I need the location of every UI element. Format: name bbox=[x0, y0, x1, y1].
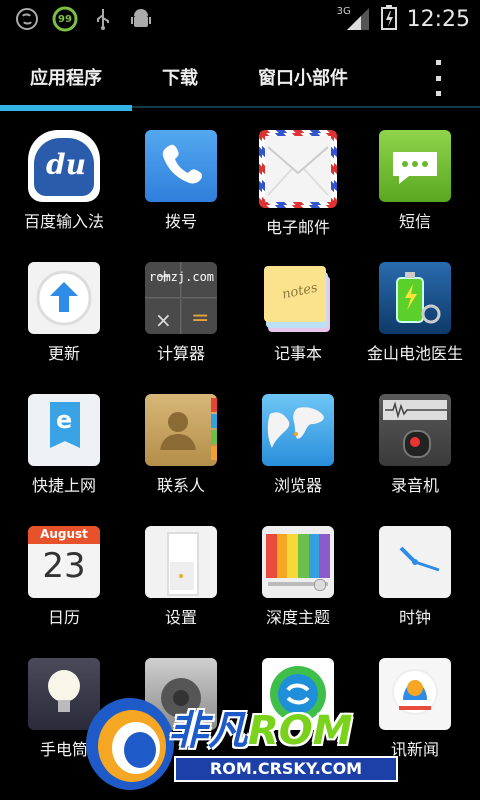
app-email[interactable]: 电子邮件 bbox=[243, 130, 353, 250]
app-label: 深度主题 bbox=[265, 608, 330, 627]
tab-bar: 应用程序 下载 窗口小部件 bbox=[0, 38, 480, 114]
app-recorder[interactable]: 录音机 bbox=[360, 394, 470, 514]
android-debug-icon bbox=[128, 6, 154, 32]
calendar-icon: August 23 bbox=[28, 526, 100, 598]
app-contacts[interactable]: 联系人 bbox=[126, 394, 236, 514]
app-dialer[interactable]: 拨号 bbox=[126, 130, 236, 250]
battery-icon bbox=[380, 4, 397, 34]
app-clock[interactable]: 时钟 bbox=[360, 526, 470, 646]
app-label: 记事本 bbox=[273, 344, 322, 363]
app-update[interactable]: 更新 bbox=[9, 262, 119, 382]
watermark-brand-a: 非凡 bbox=[168, 708, 248, 754]
baidu-input-icon: du bbox=[28, 130, 100, 202]
app-label: 浏览器 bbox=[273, 476, 322, 495]
app-label: 日历 bbox=[47, 608, 80, 627]
usb-icon bbox=[90, 6, 116, 32]
calendar-day: 23 bbox=[42, 546, 86, 586]
app-notes[interactable]: notes 记事本 bbox=[243, 262, 353, 382]
clock-icon bbox=[379, 526, 451, 598]
status-bar: 99 3G 12:25 bbox=[0, 0, 480, 38]
battery-badge-icon: 99 bbox=[52, 6, 78, 32]
watermark-brand-b: ROM bbox=[248, 708, 353, 754]
app-baidu-input[interactable]: du 百度输入法 bbox=[9, 130, 119, 250]
app-sms[interactable]: 短信 bbox=[360, 130, 470, 250]
app-battery-doctor[interactable]: 金山电池医生 bbox=[360, 262, 470, 382]
settings-switch-icon bbox=[145, 526, 217, 598]
app-label: 快捷上网 bbox=[31, 476, 96, 495]
signal-icon: 3G bbox=[337, 6, 371, 32]
app-label: 百度输入法 bbox=[23, 212, 104, 231]
app-label: 金山电池医生 bbox=[366, 344, 463, 363]
tab-indicator bbox=[0, 105, 132, 111]
app-calculator[interactable]: × = + romzj.com 计算器 bbox=[126, 262, 236, 382]
notes-icon: notes bbox=[262, 262, 334, 334]
app-browser[interactable]: 浏览器 bbox=[243, 394, 353, 514]
watermark-brand: 非凡ROM bbox=[168, 698, 353, 756]
app-theme[interactable]: 深度主题 bbox=[243, 526, 353, 646]
sync-icon bbox=[14, 6, 40, 32]
browser-e-icon: e bbox=[28, 394, 100, 466]
app-label: 短信 bbox=[398, 212, 431, 231]
app-label: 设置 bbox=[164, 608, 197, 627]
recorder-icon bbox=[379, 394, 451, 466]
battery-doctor-icon bbox=[379, 262, 451, 334]
contacts-icon bbox=[145, 394, 217, 466]
baidu-icon-text: du bbox=[46, 148, 86, 181]
calculator-icon: × = + romzj.com bbox=[145, 262, 217, 334]
browser-e-letter: e bbox=[56, 406, 73, 434]
app-label: 电子邮件 bbox=[265, 218, 330, 237]
app-quick-browser[interactable]: e 快捷上网 bbox=[9, 394, 119, 514]
sms-icon bbox=[379, 130, 451, 202]
watermark: 非凡ROM ROM.CRSKY.COM bbox=[80, 690, 400, 798]
battery-badge-value: 99 bbox=[58, 13, 72, 25]
calculator-watermark: romzj.com bbox=[149, 270, 215, 284]
tab-widgets[interactable]: 窗口小部件 bbox=[258, 64, 348, 90]
app-label: 联系人 bbox=[156, 476, 205, 495]
app-label: 录音机 bbox=[390, 476, 439, 495]
globe-icon bbox=[262, 394, 334, 466]
update-icon bbox=[28, 262, 100, 334]
app-label: 时钟 bbox=[398, 608, 431, 627]
app-label: 计算器 bbox=[156, 344, 205, 363]
network-type: 3G bbox=[336, 6, 351, 17]
watermark-url: ROM.CRSKY.COM bbox=[174, 756, 398, 782]
theme-icon bbox=[262, 526, 334, 598]
overflow-menu-icon[interactable] bbox=[428, 60, 448, 96]
tab-apps[interactable]: 应用程序 bbox=[30, 64, 102, 90]
app-calendar[interactable]: August 23 日历 bbox=[9, 526, 119, 646]
app-label: 更新 bbox=[47, 344, 80, 363]
app-settings[interactable]: 设置 bbox=[126, 526, 236, 646]
watermark-logo-icon bbox=[86, 698, 174, 790]
email-icon bbox=[259, 130, 337, 208]
calendar-month: August bbox=[40, 527, 88, 541]
clock: 12:25 bbox=[406, 6, 470, 32]
phone-icon bbox=[145, 130, 217, 202]
app-label: 拨号 bbox=[164, 212, 197, 231]
tab-downloads[interactable]: 下载 bbox=[162, 64, 198, 90]
